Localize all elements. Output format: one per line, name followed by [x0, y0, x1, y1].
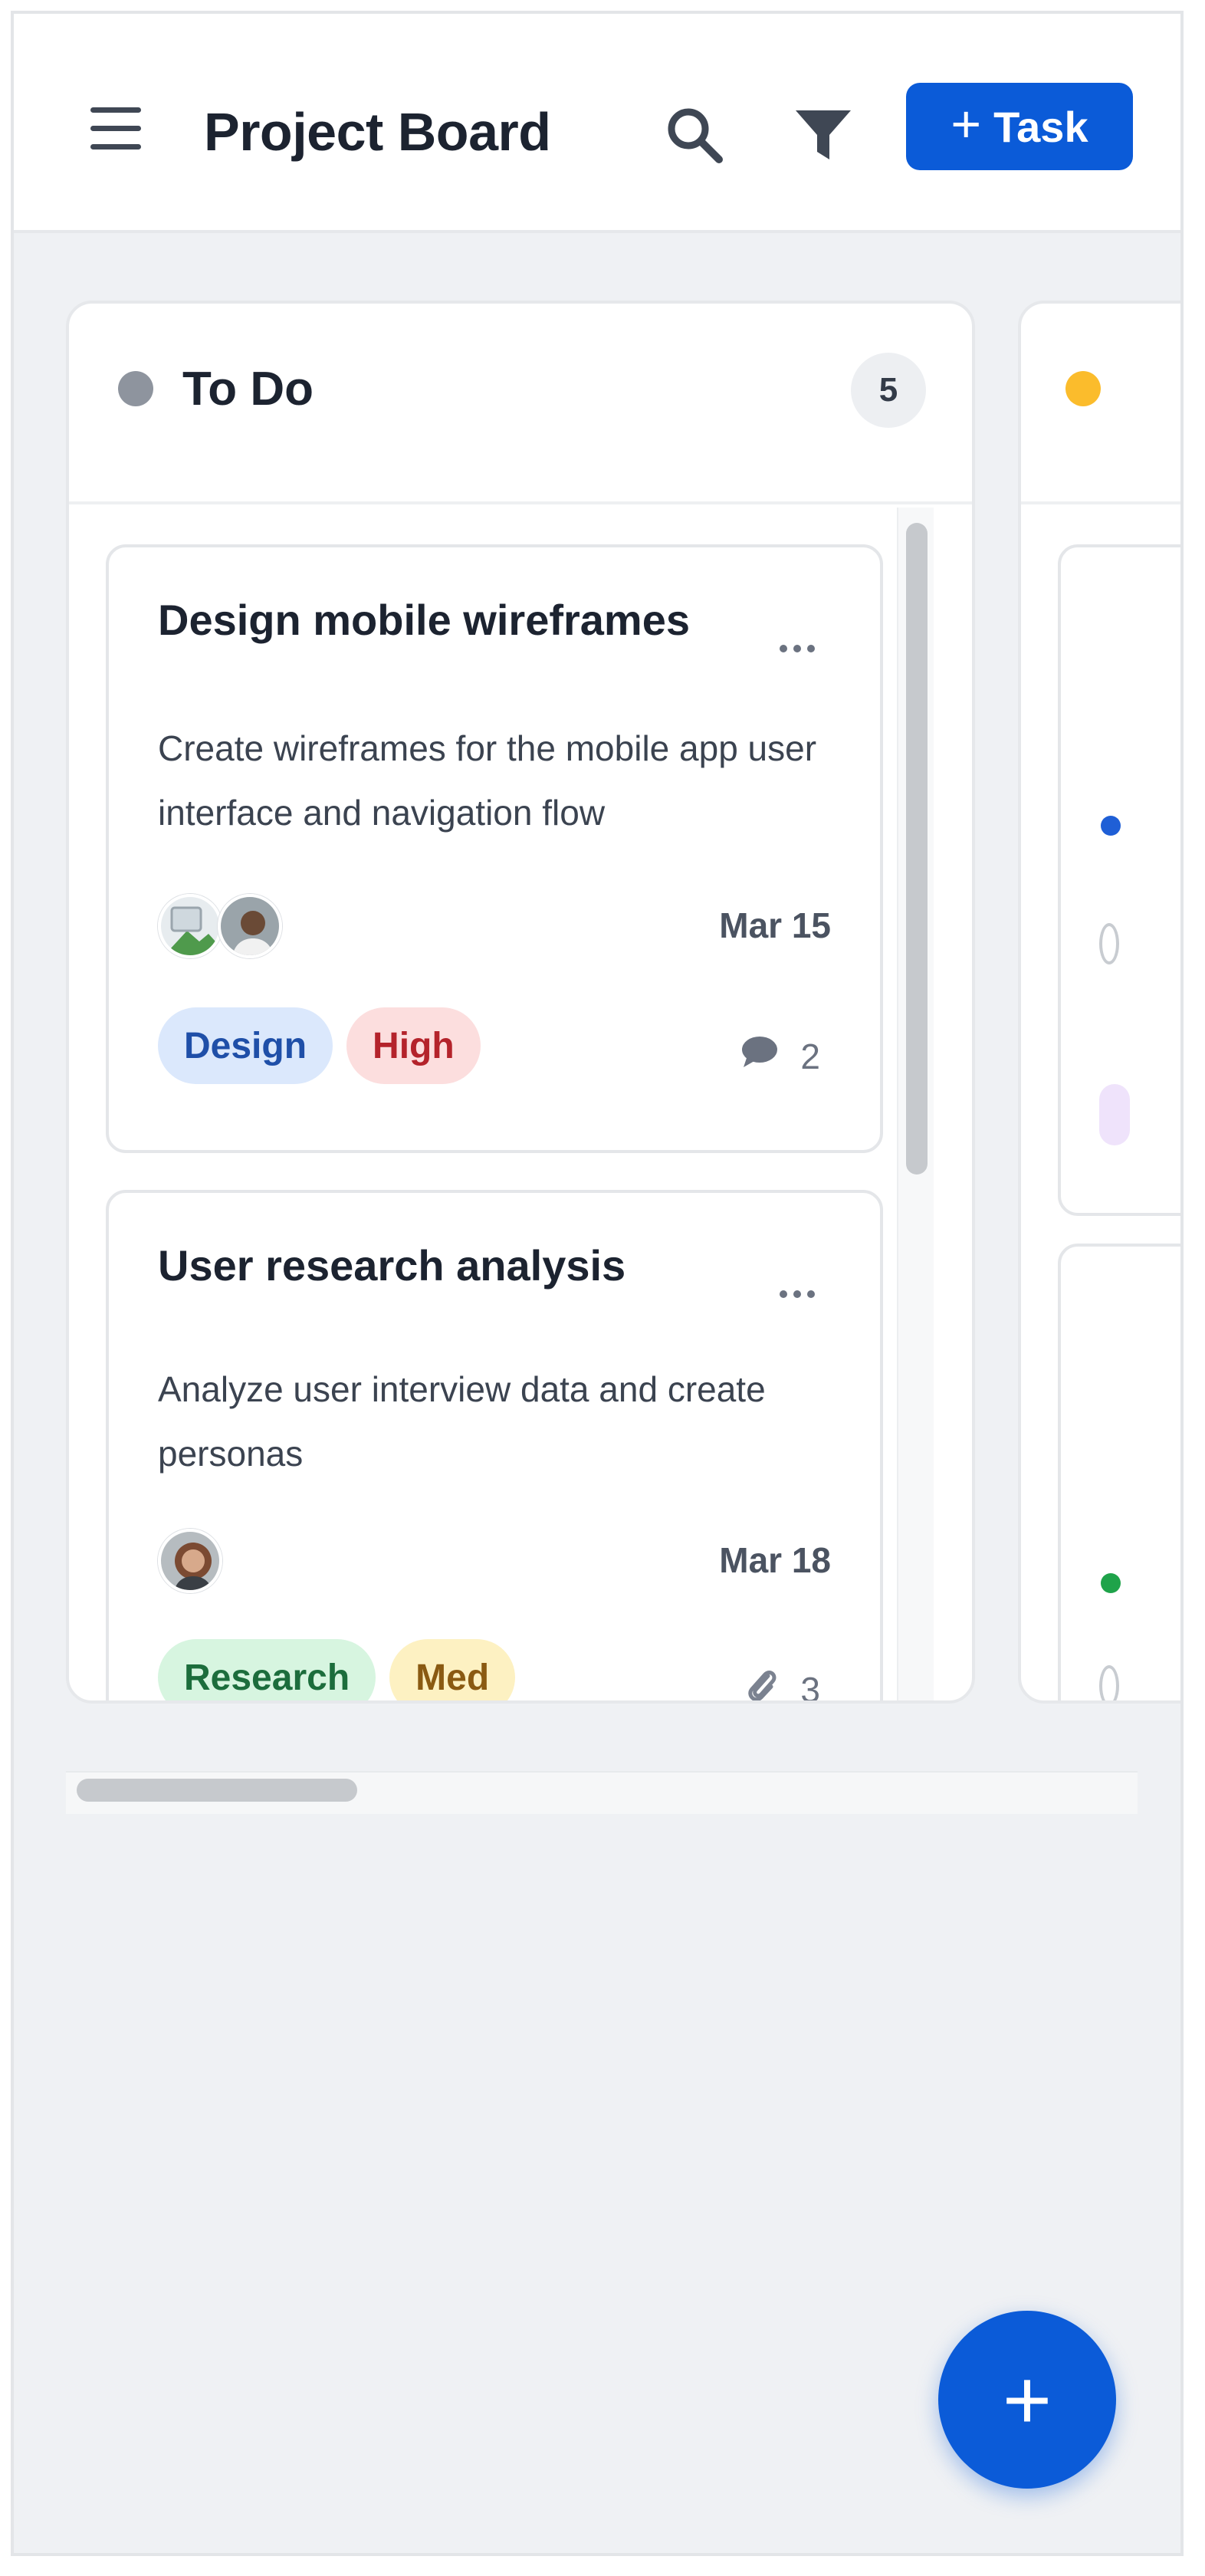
filter-icon[interactable]	[793, 106, 854, 164]
add-task-label: Task	[993, 102, 1088, 151]
add-task-button[interactable]: + Task	[906, 83, 1133, 170]
column-scrollbar-thumb[interactable]	[906, 523, 928, 1175]
board-scrollbar-thumb[interactable]	[77, 1779, 357, 1802]
status-dot	[1065, 371, 1101, 406]
card-title: User research analysis	[158, 1241, 626, 1290]
column-body	[1021, 508, 1180, 1700]
avatar[interactable]	[218, 894, 282, 958]
attachment-count-value: 3	[800, 1669, 820, 1704]
tag-priority-med[interactable]: Med	[389, 1639, 516, 1700]
plus-icon: +	[1002, 2352, 1052, 2447]
assignee-avatars	[158, 1529, 222, 1593]
comment-count-value: 2	[800, 1036, 820, 1076]
due-date: Mar 15	[719, 905, 831, 945]
kanban-board: To Do 5 Design mobile wireframes Create …	[14, 233, 1180, 1814]
avatar[interactable]	[158, 1529, 222, 1593]
tag-research[interactable]: Research	[158, 1639, 376, 1700]
card-tags: Design High	[158, 1007, 481, 1084]
avatar	[1099, 1665, 1119, 1700]
search-icon[interactable]	[664, 104, 725, 166]
label-dot	[1101, 816, 1121, 836]
tag-priority-high[interactable]: High	[346, 1007, 481, 1084]
tag	[1099, 1084, 1130, 1145]
column-title: To Do	[182, 363, 314, 416]
add-task-fab[interactable]: +	[938, 2311, 1116, 2489]
avatar	[1099, 923, 1119, 964]
page-title: Project Board	[204, 102, 551, 162]
top-app-bar: Project Board + Task	[14, 14, 1180, 233]
column-todo: To Do 5 Design mobile wireframes Create …	[66, 301, 975, 1704]
column-header: To Do 5	[69, 304, 972, 504]
task-card[interactable]	[1058, 544, 1180, 1216]
column-header	[1021, 304, 1180, 504]
plus-icon: +	[951, 95, 982, 153]
column-count-badge: 5	[851, 353, 926, 428]
attachment-count[interactable]: 3	[745, 1667, 820, 1704]
card-tags: Research Med	[158, 1639, 516, 1700]
task-card[interactable]: User research analysis Analyze user inte…	[106, 1190, 883, 1704]
card-description: Analyze user interview data and create p…	[158, 1369, 766, 1474]
more-options-icon[interactable]	[773, 639, 822, 658]
column-body: Design mobile wireframes Create wirefram…	[69, 508, 972, 1700]
tag-design[interactable]: Design	[158, 1007, 333, 1084]
card-description: Create wireframes for the mobile app use…	[158, 728, 817, 833]
card-title: Design mobile wireframes	[158, 596, 691, 644]
attachment-icon	[745, 1667, 779, 1700]
comment-count[interactable]: 2	[740, 1035, 820, 1077]
task-card[interactable]: Design mobile wireframes Create wirefram…	[106, 544, 883, 1153]
comment-icon	[740, 1035, 779, 1077]
assignee-avatars	[158, 894, 282, 958]
column-in-progress	[1018, 301, 1180, 1704]
more-options-icon[interactable]	[773, 1285, 822, 1303]
task-card[interactable]	[1058, 1244, 1180, 1700]
due-date: Mar 18	[719, 1540, 831, 1580]
status-dot	[118, 371, 153, 406]
label-dot	[1101, 1573, 1121, 1593]
avatar[interactable]	[158, 894, 222, 958]
app-frame: Project Board + Task To Do 5 Design mobi…	[11, 11, 1184, 2556]
hamburger-menu-icon[interactable]	[90, 107, 141, 150]
